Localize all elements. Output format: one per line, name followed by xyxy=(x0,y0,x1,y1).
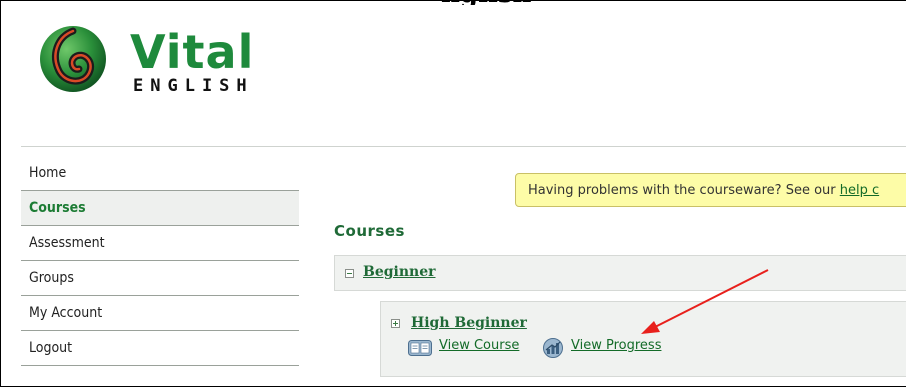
page-heading-strip: nglish xyxy=(1,1,906,5)
sidebar-item-groups[interactable]: Groups xyxy=(21,261,299,296)
sidebar-item-courses[interactable]: Courses xyxy=(21,191,299,226)
chart-icon[interactable] xyxy=(541,338,565,358)
logo-mark-icon xyxy=(40,26,106,92)
sidebar-item-my-account[interactable]: My Account xyxy=(21,296,299,331)
course-link-high-beginner[interactable]: High Beginner xyxy=(411,315,527,331)
book-icon[interactable] xyxy=(408,340,432,356)
plus-toggle-icon[interactable] xyxy=(391,319,400,328)
app-window: nglish Vital ENGLISH Home Courses Assess… xyxy=(0,0,906,387)
view-course-link[interactable]: View Course xyxy=(439,338,519,353)
view-progress-link[interactable]: View Progress xyxy=(571,338,661,353)
sidebar-item-label: Logout xyxy=(29,340,73,356)
header-divider xyxy=(21,146,906,147)
sidebar-nav: Home Courses Assessment Groups My Accoun… xyxy=(21,156,299,366)
sidebar-item-label: Courses xyxy=(29,200,86,216)
course-row-high-beginner: High Beginner View Course View Progress xyxy=(380,301,906,377)
help-link[interactable]: help c xyxy=(840,183,879,198)
logo-subtitle: ENGLISH xyxy=(133,76,254,96)
help-banner: Having problems with the courseware? See… xyxy=(515,173,906,207)
sidebar-item-label: My Account xyxy=(29,305,103,321)
course-link-beginner[interactable]: Beginner xyxy=(363,264,436,280)
sidebar-item-home[interactable]: Home xyxy=(21,156,299,191)
sidebar-item-label: Home xyxy=(29,165,67,181)
logo[interactable]: Vital ENGLISH xyxy=(37,21,277,101)
sidebar-item-logout[interactable]: Logout xyxy=(21,331,299,366)
course-row-beginner: Beginner xyxy=(334,255,906,291)
help-banner-text: Having problems with the courseware? See… xyxy=(528,183,840,198)
sidebar-item-label: Groups xyxy=(29,270,74,286)
sidebar-item-assessment[interactable]: Assessment xyxy=(21,226,299,261)
sidebar-item-label: Assessment xyxy=(29,235,105,251)
page-heading: nglish xyxy=(441,1,531,5)
minus-toggle-icon[interactable] xyxy=(345,269,354,278)
logo-brand: Vital xyxy=(130,25,255,79)
page-title: Courses xyxy=(334,222,405,240)
